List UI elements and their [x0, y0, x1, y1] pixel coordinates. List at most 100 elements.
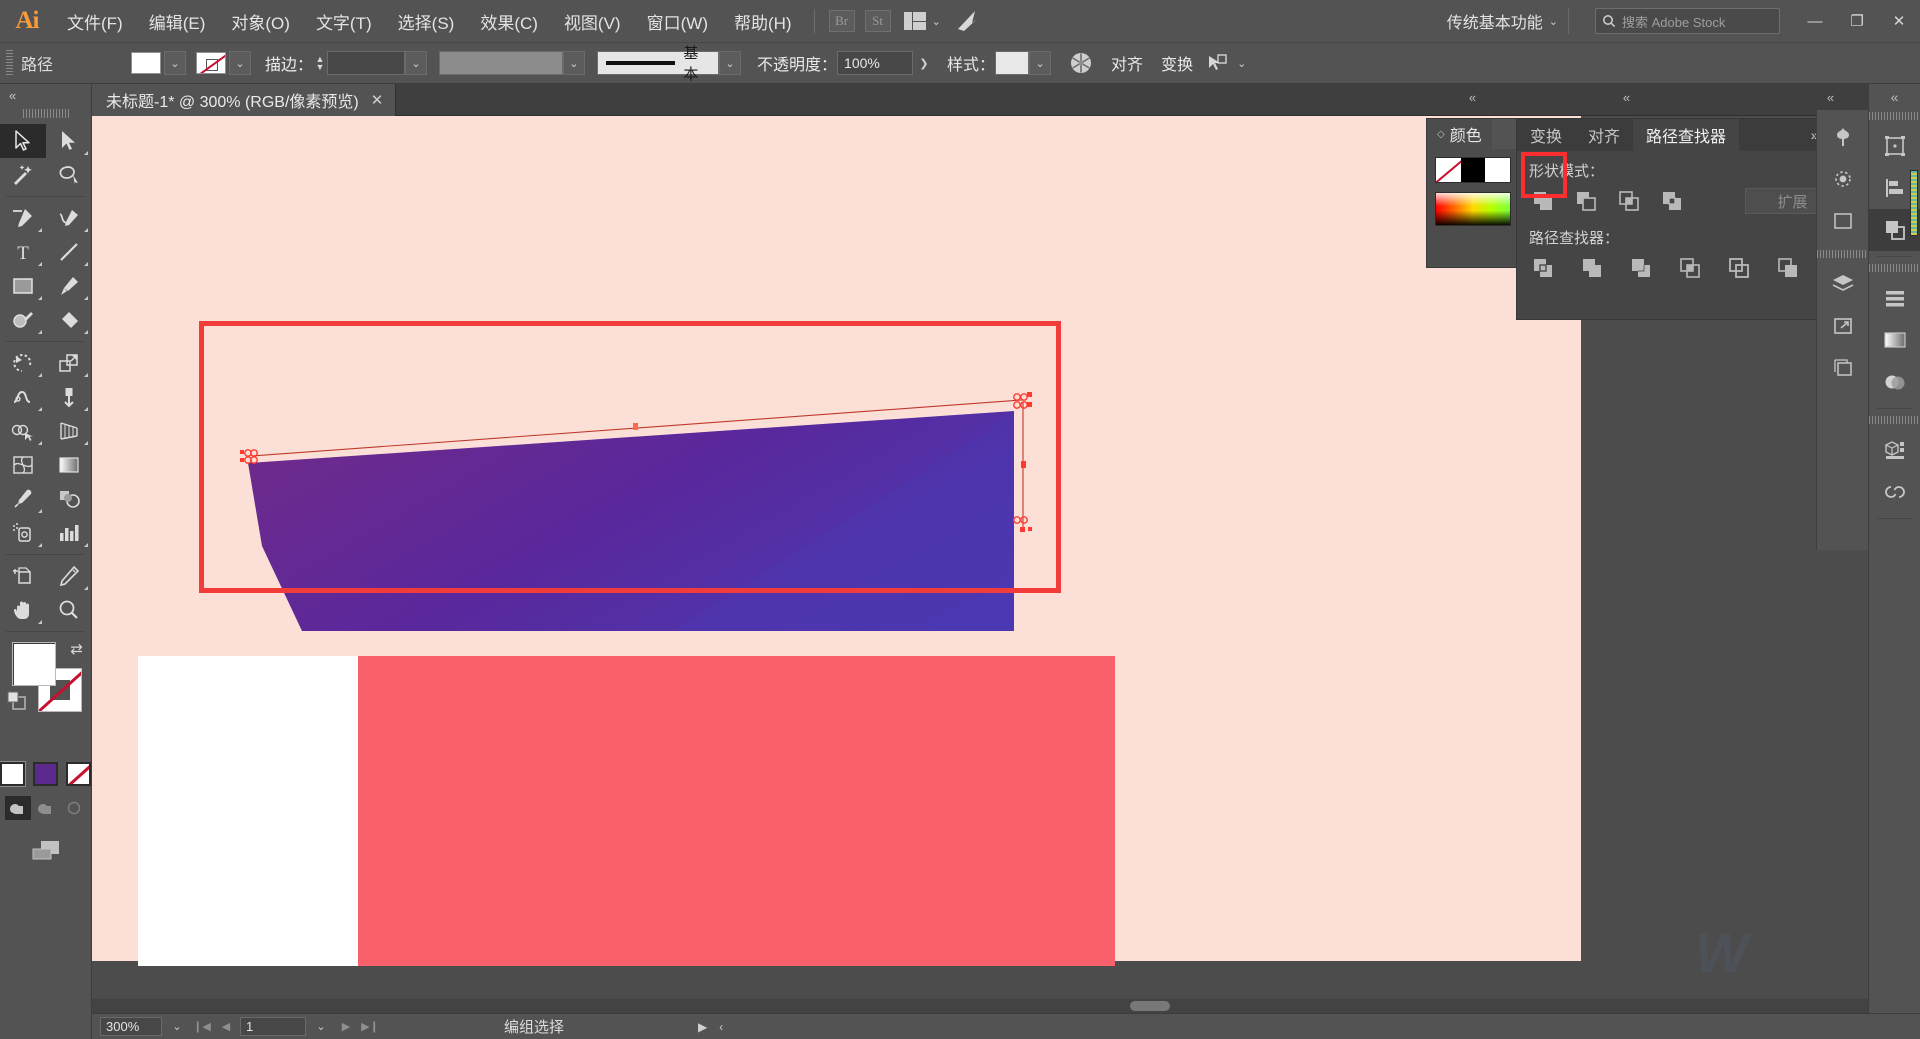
outline-button[interactable] [1725, 254, 1753, 282]
close-button[interactable]: ✕ [1878, 0, 1920, 42]
selection-tool[interactable] [0, 124, 46, 158]
zoom-dropdown-icon[interactable]: ⌄ [166, 1017, 188, 1036]
transform-panel-link[interactable]: 变换 [1161, 51, 1193, 75]
magic-wand-tool[interactable] [0, 158, 46, 192]
slice-tool[interactable] [46, 559, 92, 593]
stroke-dropdown-icon[interactable]: ⌄ [229, 51, 251, 75]
screen-mode-button[interactable] [0, 838, 91, 862]
canvas-horizontal-scrollbar[interactable] [92, 999, 1920, 1013]
zoom-tool[interactable] [46, 593, 92, 627]
symbol-sprayer-tool[interactable] [0, 516, 46, 550]
search-stock-field[interactable]: 搜索 Adobe Stock [1595, 8, 1780, 34]
hand-tool[interactable] [0, 593, 46, 627]
width-tool[interactable] [0, 380, 46, 414]
close-icon[interactable]: ✕ [371, 91, 384, 109]
draw-behind-button[interactable] [33, 796, 59, 820]
direct-selection-tool[interactable] [46, 124, 92, 158]
layers-panel-icon[interactable] [1817, 263, 1868, 305]
blend-tool[interactable] [46, 482, 92, 516]
arrange-documents-icon[interactable] [904, 12, 926, 30]
fill-dropdown-icon[interactable]: ⌄ [164, 51, 186, 75]
color-white-swatch[interactable] [1485, 158, 1510, 182]
draw-inside-button[interactable] [61, 796, 87, 820]
icon-dock-collapse-button[interactable]: « [1869, 84, 1920, 110]
stroke-label[interactable]: 描边： [265, 51, 313, 75]
icon-dock-grip-3[interactable] [1869, 414, 1920, 426]
artboard-number-field[interactable]: 1 [240, 1017, 306, 1036]
secondary-dock-grip[interactable] [1817, 248, 1868, 260]
stroke-weight-stepper[interactable]: ▲▼ [313, 51, 327, 75]
stroke-profile-field[interactable] [439, 51, 563, 75]
control-bar-grip[interactable] [6, 50, 13, 76]
gradient-swatch-button[interactable] [33, 762, 58, 786]
menu-edit[interactable]: 编辑(E) [136, 0, 219, 42]
status-collapse-icon[interactable]: ‹ [719, 1020, 723, 1034]
gradient-tool[interactable] [46, 448, 92, 482]
asset-export-panel-icon[interactable] [1869, 429, 1920, 471]
mesh-tool[interactable] [0, 448, 46, 482]
red-rectangle-shape[interactable] [358, 656, 1115, 966]
menu-select[interactable]: 选择(S) [385, 0, 468, 42]
arrange-chevron-down-icon[interactable]: ⌄ [932, 15, 941, 28]
color-swatch-button[interactable] [0, 762, 25, 786]
previous-artboard-button[interactable]: ◀ [216, 1017, 236, 1036]
tab-transform[interactable]: 变换 [1517, 119, 1575, 151]
menu-object[interactable]: 对象(O) [218, 0, 303, 42]
bridge-button[interactable]: Br [829, 10, 855, 32]
color-none-swatch[interactable] [1436, 158, 1461, 182]
menu-window[interactable]: 窗口(W) [634, 0, 721, 42]
color-black-swatch[interactable] [1461, 158, 1486, 182]
brush-definition-field[interactable]: 基本 [597, 51, 719, 75]
menu-view[interactable]: 视图(V) [551, 0, 634, 42]
artboards-panel-icon[interactable] [1869, 125, 1920, 167]
stroke-weight-dropdown-icon[interactable]: ⌄ [405, 51, 427, 75]
dock-collapse-button[interactable]: « [1800, 84, 1860, 110]
align-panel-link[interactable]: 对齐 [1111, 51, 1143, 75]
opacity-field[interactable]: 100% [837, 51, 913, 75]
menu-file[interactable]: 文件(F) [54, 0, 136, 42]
graphic-style-swatch[interactable] [995, 51, 1029, 75]
style-label[interactable]: 样式： [947, 51, 995, 75]
draw-normal-button[interactable] [5, 796, 31, 820]
artboard-dropdown-icon[interactable]: ⌄ [310, 1017, 332, 1036]
fill-swatch[interactable] [131, 52, 161, 74]
fill-color-box[interactable] [12, 642, 56, 686]
artboard[interactable] [92, 116, 1581, 961]
links-panel-icon[interactable] [1817, 305, 1868, 347]
gradient-panel-icon[interactable] [1869, 319, 1920, 361]
pathfinder-panel-collapse-button[interactable]: « [1516, 84, 1736, 110]
merge-button[interactable] [1627, 254, 1655, 282]
rectangle-tool[interactable] [0, 269, 46, 303]
eraser-tool[interactable] [46, 303, 92, 337]
paintbrush-tool[interactable] [46, 269, 92, 303]
tab-pathfinder[interactable]: 路径查找器 [1633, 119, 1739, 151]
status-expand-icon[interactable]: ▶ [698, 1020, 707, 1034]
crop-button[interactable] [1676, 254, 1704, 282]
minimize-button[interactable]: — [1794, 0, 1836, 42]
eyedropper-tool[interactable] [0, 482, 46, 516]
perspective-grid-tool[interactable] [46, 414, 92, 448]
graphic-styles-panel-icon[interactable] [1817, 200, 1868, 242]
shape-builder-tool[interactable] [0, 414, 46, 448]
minus-back-button[interactable] [1774, 254, 1802, 282]
free-transform-tool[interactable] [46, 380, 92, 414]
stock-bird-icon[interactable] [955, 9, 981, 33]
libraries-panel-icon[interactable] [1869, 471, 1920, 513]
menu-effect[interactable]: 效果(C) [467, 0, 551, 42]
stroke-profile-dropdown-icon[interactable]: ⌄ [563, 51, 585, 75]
type-tool[interactable]: T [0, 235, 46, 269]
lasso-tool[interactable] [46, 158, 92, 192]
style-dropdown-icon[interactable]: ⌄ [1029, 51, 1051, 75]
artboard-tool[interactable] [0, 559, 46, 593]
select-similar-icon[interactable] [1207, 53, 1231, 73]
icon-dock-grip-1[interactable] [1869, 110, 1920, 122]
menu-type[interactable]: 文字(T) [303, 0, 385, 42]
workspace-chevron-down-icon[interactable]: ⌄ [1549, 15, 1558, 28]
unite-button[interactable] [1529, 187, 1557, 215]
next-artboard-button[interactable]: ▶ [336, 1017, 356, 1036]
stroke-swatch[interactable] [196, 52, 226, 74]
default-fill-stroke-icon[interactable] [6, 690, 28, 712]
toolbar-grip[interactable] [22, 106, 69, 120]
color-spectrum-ramp[interactable] [1435, 192, 1511, 226]
trim-button[interactable] [1578, 254, 1606, 282]
